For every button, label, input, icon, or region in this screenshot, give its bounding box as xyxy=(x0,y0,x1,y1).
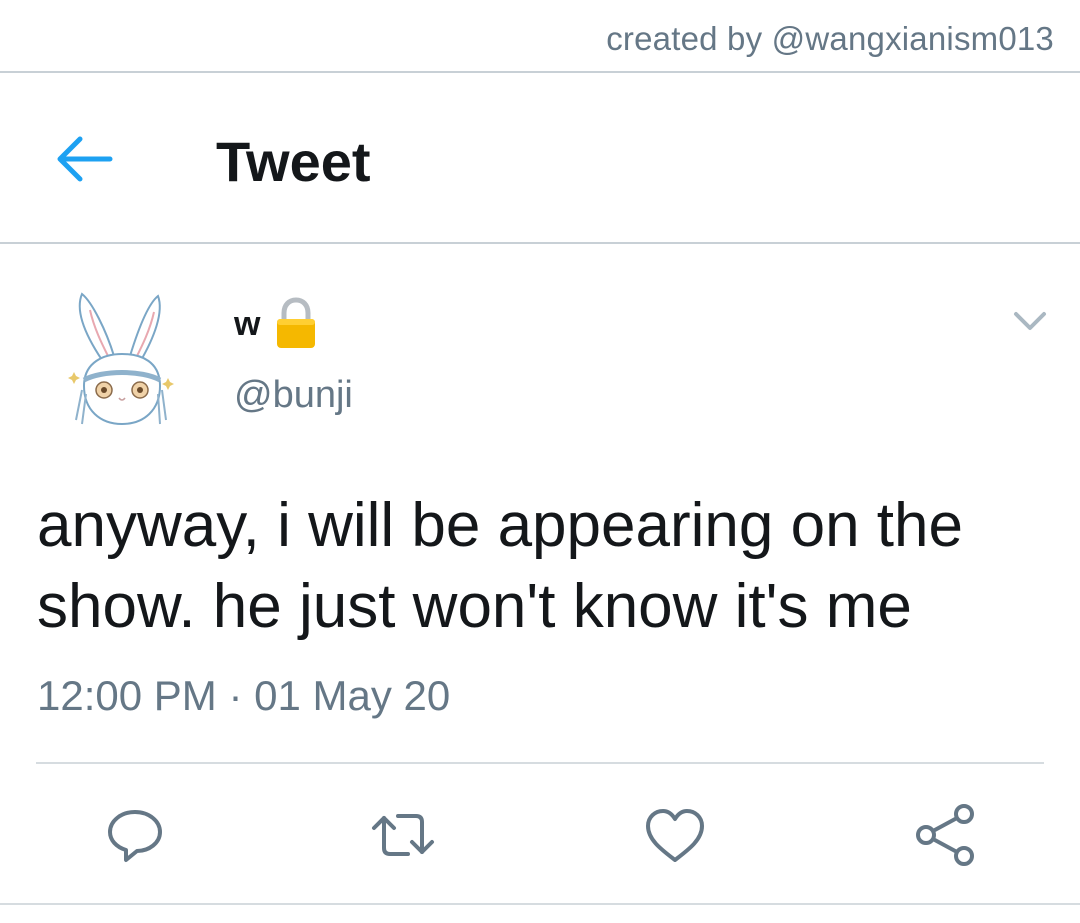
lock-icon xyxy=(274,297,318,351)
tweet-time: 12:00 PM xyxy=(37,672,217,719)
avatar[interactable] xyxy=(62,290,180,432)
tweet-menu-button[interactable] xyxy=(1010,306,1050,336)
retweet-icon xyxy=(372,814,434,856)
meta-separator: · xyxy=(228,672,243,719)
divider xyxy=(36,762,1044,764)
tweet-text-line: show. he just won't know it's me xyxy=(37,572,912,641)
tweet-text-line: anyway, i will be appearing on the xyxy=(37,491,963,560)
reply-button[interactable] xyxy=(100,800,170,870)
back-button[interactable] xyxy=(52,131,118,187)
bottom-divider xyxy=(0,903,1080,905)
like-button[interactable] xyxy=(640,800,710,870)
tweet-date: 01 May 20 xyxy=(254,672,451,719)
tweet-timestamp: 12:00 PM · 01 May 20 xyxy=(37,672,450,720)
share-button[interactable] xyxy=(910,800,980,870)
author-name-row[interactable]: w xyxy=(234,296,318,352)
heart-icon xyxy=(646,809,704,862)
share-icon xyxy=(916,804,974,866)
user-handle[interactable]: @bunji xyxy=(234,374,353,417)
bunny-avatar-image xyxy=(68,292,174,426)
app-header: Tweet xyxy=(0,73,1080,244)
credit-text: created by @wangxianism013 xyxy=(606,20,1054,57)
arrow-left-icon xyxy=(57,136,113,182)
chevron-down-icon xyxy=(1014,312,1046,330)
retweet-button[interactable] xyxy=(368,800,438,870)
tweet-text: anyway, i will be appearing on the show.… xyxy=(37,485,1047,647)
reply-icon xyxy=(108,810,162,862)
display-name: w xyxy=(234,304,261,343)
credit-bar: created by @wangxianism013 xyxy=(0,0,1080,73)
page-title: Tweet xyxy=(216,130,371,193)
